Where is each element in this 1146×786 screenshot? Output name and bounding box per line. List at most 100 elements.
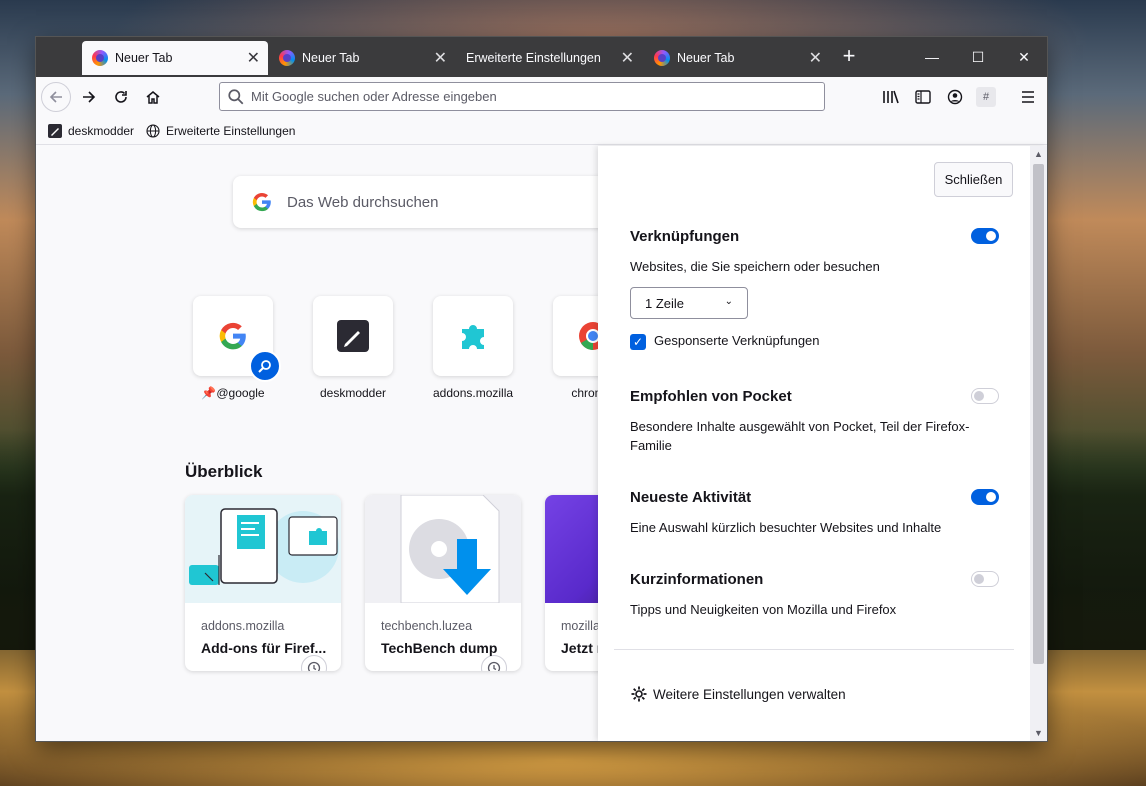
manage-settings-label: Weitere Einstellungen verwalten	[653, 686, 846, 702]
address-input[interactable]	[251, 89, 811, 104]
bookmarks-toolbar: deskmodder Erweiterte Einstellungen	[36, 117, 1047, 145]
tab-1[interactable]: Neuer Tab ✕	[82, 41, 268, 75]
close-icon[interactable]: ✕	[247, 48, 260, 68]
pocket-toggle[interactable]	[971, 388, 999, 404]
new-tab-button[interactable]: +	[837, 43, 861, 69]
card-source: techbench.luzea	[381, 619, 473, 633]
close-panel-button[interactable]: Schließen	[934, 162, 1013, 197]
manage-settings-link[interactable]: Weitere Einstellungen verwalten	[630, 685, 846, 703]
home-icon	[146, 91, 160, 104]
pocket-title: Empfohlen von Pocket	[630, 388, 792, 405]
shortcuts-title: Verknüpfungen	[630, 228, 740, 245]
card-thumbnail	[365, 495, 521, 604]
topsite-tile[interactable]	[193, 296, 281, 382]
clock-icon	[481, 655, 507, 671]
deskmodder-icon	[48, 123, 62, 138]
bookmark-erweiterte-einstellungen[interactable]: Erweiterte Einstellungen	[146, 124, 295, 138]
puzzle-icon	[462, 325, 484, 349]
card-title: TechBench dump	[381, 640, 498, 656]
firefox-icon	[92, 50, 108, 66]
account-icon[interactable]	[944, 86, 966, 108]
scroll-up-icon[interactable]: ▲	[1030, 146, 1047, 162]
arrow-left-icon	[49, 91, 62, 103]
reload-button[interactable]	[106, 82, 136, 112]
web-search-placeholder: Das Web durchsuchen	[287, 193, 439, 211]
topsite-google[interactable]: 📌@google	[193, 296, 281, 400]
shortcuts-desc: Websites, die Sie speichern oder besuche…	[630, 259, 880, 274]
gear-icon	[631, 686, 647, 702]
close-icon[interactable]: ✕	[809, 48, 822, 68]
navigation-toolbar: #	[36, 77, 1047, 117]
deskmodder-icon	[337, 320, 369, 352]
search-badge-icon	[249, 350, 281, 382]
address-bar[interactable]	[219, 82, 825, 111]
arrow-right-icon	[83, 91, 96, 103]
browser-window: Neuer Tab ✕ Neuer Tab ✕ Erweiterte Einst…	[36, 37, 1047, 741]
topsite-tile[interactable]	[433, 296, 513, 376]
chevron-down-icon: ⌄	[724, 296, 733, 307]
tab-bar: Neuer Tab ✕ Neuer Tab ✕ Erweiterte Einst…	[36, 37, 1047, 77]
hamburger-icon	[1022, 91, 1034, 103]
pocket-desc: Besondere Inhalte ausgewählt von Pocket,…	[630, 419, 970, 453]
clock-icon	[301, 655, 327, 671]
topsite-label: addons.mozilla	[433, 386, 514, 400]
menu-button[interactable]	[1017, 86, 1039, 108]
card-title: Jetzt r	[561, 640, 603, 656]
snippets-title: Kurzinformationen	[630, 571, 764, 588]
highlight-card[interactable]: addons.mozilla Add-ons für Firef...	[185, 495, 341, 671]
topsite-tile[interactable]	[313, 296, 393, 376]
tab-label: Neuer Tab	[115, 51, 173, 65]
sponsored-checkbox[interactable]: ✓	[630, 334, 646, 350]
shortcuts-toggle[interactable]	[971, 228, 999, 244]
tab-label: Neuer Tab	[302, 51, 360, 65]
customize-panel: Schließen Verknüpfungen Websites, die Si…	[598, 146, 1047, 741]
bookmark-deskmodder[interactable]: deskmodder	[48, 123, 134, 138]
scrollbar-thumb[interactable]	[1033, 164, 1044, 664]
snippets-toggle[interactable]	[971, 571, 999, 587]
tab-3[interactable]: Erweiterte Einstellungen ✕	[456, 41, 642, 75]
card-thumbnail	[185, 495, 341, 603]
activity-toggle[interactable]	[971, 489, 999, 505]
card-title: Add-ons für Firef...	[201, 640, 327, 656]
search-icon	[228, 88, 244, 104]
card-source: addons.mozilla	[201, 619, 285, 633]
sidebar-icon[interactable]	[912, 86, 934, 108]
pin-icon: 📌	[201, 386, 217, 400]
google-icon	[252, 192, 271, 212]
minimize-button[interactable]: —	[909, 37, 955, 77]
activity-title: Neueste Aktivität	[630, 489, 752, 506]
firefox-icon	[279, 50, 295, 66]
topsite-addons[interactable]: addons.mozilla	[433, 296, 513, 400]
maximize-button[interactable]: ☐	[955, 37, 1001, 77]
activity-desc: Eine Auswahl kürzlich besuchter Websites…	[630, 520, 942, 535]
bookmark-label: Erweiterte Einstellungen	[166, 123, 296, 138]
close-icon[interactable]: ✕	[434, 48, 447, 68]
highlight-card[interactable]: techbench.luzea TechBench dump	[365, 495, 521, 671]
rows-select[interactable]: 1 Zeile ⌄	[630, 287, 748, 319]
tab-2[interactable]: Neuer Tab ✕	[269, 41, 455, 75]
divider	[614, 649, 1014, 650]
window-close-button[interactable]: ✕	[1001, 37, 1047, 77]
sponsored-label: Gesponserte Verknüpfungen	[654, 333, 820, 348]
tab-label: Erweiterte Einstellungen	[466, 51, 601, 65]
web-search-box[interactable]: Das Web durchsuchen	[233, 176, 653, 228]
globe-icon	[146, 123, 160, 138]
topsite-deskmodder[interactable]: deskmodder	[313, 296, 393, 400]
close-icon[interactable]: ✕	[621, 48, 634, 68]
reload-icon	[115, 91, 127, 103]
extension-hash-icon[interactable]: #	[976, 87, 996, 107]
topsite-label: 📌@google	[193, 386, 273, 400]
tab-label: Neuer Tab	[677, 51, 735, 65]
topsite-label-text: @google	[216, 386, 265, 400]
topsite-label: deskmodder	[319, 386, 387, 400]
snippets-desc: Tipps und Neuigkeiten von Mozilla und Fi…	[630, 602, 897, 617]
scrollbar[interactable]: ▲ ▼	[1030, 146, 1047, 741]
home-button[interactable]	[138, 82, 168, 112]
scroll-down-icon[interactable]: ▼	[1030, 725, 1047, 741]
tab-4[interactable]: Neuer Tab ✕	[644, 41, 830, 75]
firefox-icon	[654, 50, 670, 66]
back-button[interactable]	[41, 82, 71, 112]
google-icon	[219, 322, 246, 350]
library-icon[interactable]	[880, 86, 902, 108]
forward-button[interactable]	[74, 82, 104, 112]
